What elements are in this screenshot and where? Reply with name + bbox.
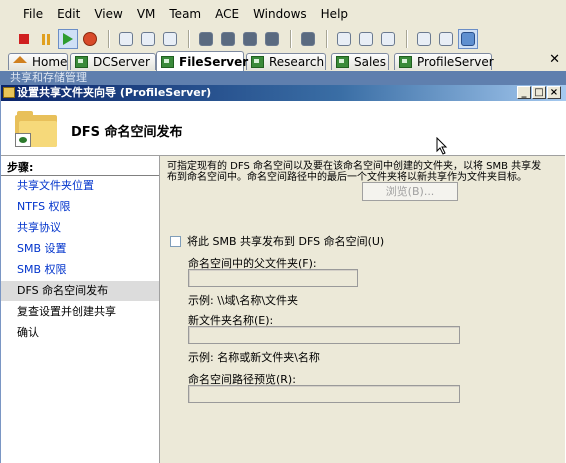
tab-label: Research [269,55,325,69]
menu-bar: File Edit View VM Team ACE Windows Help [0,0,566,28]
step-ntfs-permissions[interactable]: NTFS 权限 [1,197,159,217]
team-add-icon[interactable] [218,29,238,49]
menu-file[interactable]: File [16,0,50,28]
connect-icon[interactable] [262,29,282,49]
tab-label: Sales [354,55,386,69]
tab-label: Home [32,55,68,69]
step-dfs-publishing: DFS 命名空间发布 [1,281,159,301]
wizard-icon [3,87,15,98]
steps-pane: 步骤: 共享文件夹位置 NTFS 权限 共享协议 SMB 设置 SMB 权限 D… [1,156,160,463]
step-smb-settings[interactable]: SMB 设置 [1,239,159,259]
parent-folder-example: 示例: \\域\名称\文件夹 [188,294,299,307]
console-view-icon[interactable] [458,29,478,49]
tab-fileserver[interactable]: FileServer [156,51,248,71]
menu-ace[interactable]: ACE [208,0,246,28]
menu-team[interactable]: Team [162,0,208,28]
publish-dfs-checkbox-row[interactable]: 将此 SMB 共享发布到 DFS 命名空间(U) [170,233,384,249]
parent-folder-field [188,269,358,287]
new-folder-field [188,326,460,344]
tab-sales[interactable]: Sales [331,53,389,70]
step-smb-permissions[interactable]: SMB 权限 [1,260,159,280]
fullscreen-icon[interactable] [378,29,398,49]
close-button[interactable]: × [547,86,561,99]
menu-view[interactable]: View [87,0,129,28]
menu-vm[interactable]: VM [130,0,163,28]
vm-icon [75,56,88,68]
revert-icon[interactable] [138,29,158,49]
step-share-location[interactable]: 共享文件夹位置 [1,176,159,196]
description-text: 可指定现有的 DFS 命名空间以及要在该命名空间中创建的文件夹，以将 SMB 共… [167,161,542,183]
namespace-preview-field [188,385,460,403]
step-review-settings: 复查设置并创建共享 [17,305,116,318]
tab-label: DCServer [93,55,150,69]
team-icon[interactable] [196,29,216,49]
play-icon[interactable] [58,29,78,49]
minimize-button[interactable]: _ [517,86,531,99]
vm-icon [251,56,264,68]
maximize-button[interactable]: □ [532,86,546,99]
network-icon[interactable] [240,29,260,49]
console-icon[interactable] [356,29,376,49]
tab-home[interactable]: Home [8,53,68,70]
tab-bar: Home DCServer FileServer Research Sales … [0,51,566,71]
snapshot-manager-icon[interactable] [160,29,180,49]
stop-icon[interactable] [14,29,34,49]
menu-help[interactable]: Help [314,0,355,28]
menu-windows[interactable]: Windows [246,0,314,28]
new-folder-example: 示例: 名称或新文件夹\名称 [188,351,320,364]
pause-icon[interactable] [36,29,56,49]
wizard-title: 设置共享文件夹向导 (ProfileServer) [17,86,212,99]
toolbar [0,28,566,50]
close-tab-icon[interactable]: ✕ [549,52,560,67]
capture-icon[interactable] [298,29,318,49]
tab-profileserver[interactable]: ProfileServer [394,53,494,70]
publish-dfs-checkbox[interactable] [170,235,181,247]
vm-icon [161,55,174,68]
reset-icon[interactable] [80,29,100,49]
tab-label: FileServer [179,54,249,69]
home-icon [13,56,27,63]
mouse-pointer-icon [436,137,448,155]
tab-dcserver[interactable]: DCServer [70,53,156,70]
background-window-title: 共享和存储管理 [0,71,566,85]
share-folder-wizard: 设置共享文件夹向导 (ProfileServer) _ □ × DFS 命名空间… [0,85,566,463]
publish-dfs-label: 将此 SMB 共享发布到 DFS 命名空间(U) [187,235,385,248]
menu-edit[interactable]: Edit [50,0,87,28]
summary-icon[interactable] [436,29,456,49]
tab-research[interactable]: Research [246,53,326,70]
snapshot-icon[interactable] [116,29,136,49]
sidebar-icon[interactable] [334,29,354,49]
wizard-header: DFS 命名空间发布 [1,101,565,156]
steps-title: 步骤: [7,161,34,174]
step-confirmation: 确认 [17,326,39,339]
vm-icon [399,56,412,68]
wizard-title-bar: 设置共享文件夹向导 (ProfileServer) _ □ × [1,85,566,101]
content-pane: 可指定现有的 DFS 命名空间以及要在该命名空间中创建的文件夹，以将 SMB 共… [160,156,565,463]
shared-folder-icon [15,111,57,147]
browse-button: 浏览(B)... [362,182,458,201]
step-share-protocols[interactable]: 共享协议 [1,218,159,238]
page-title: DFS 命名空间发布 [71,125,183,140]
vm-icon [336,56,349,68]
quick-switch-icon[interactable] [414,29,434,49]
tab-label: ProfileServer [417,55,494,69]
